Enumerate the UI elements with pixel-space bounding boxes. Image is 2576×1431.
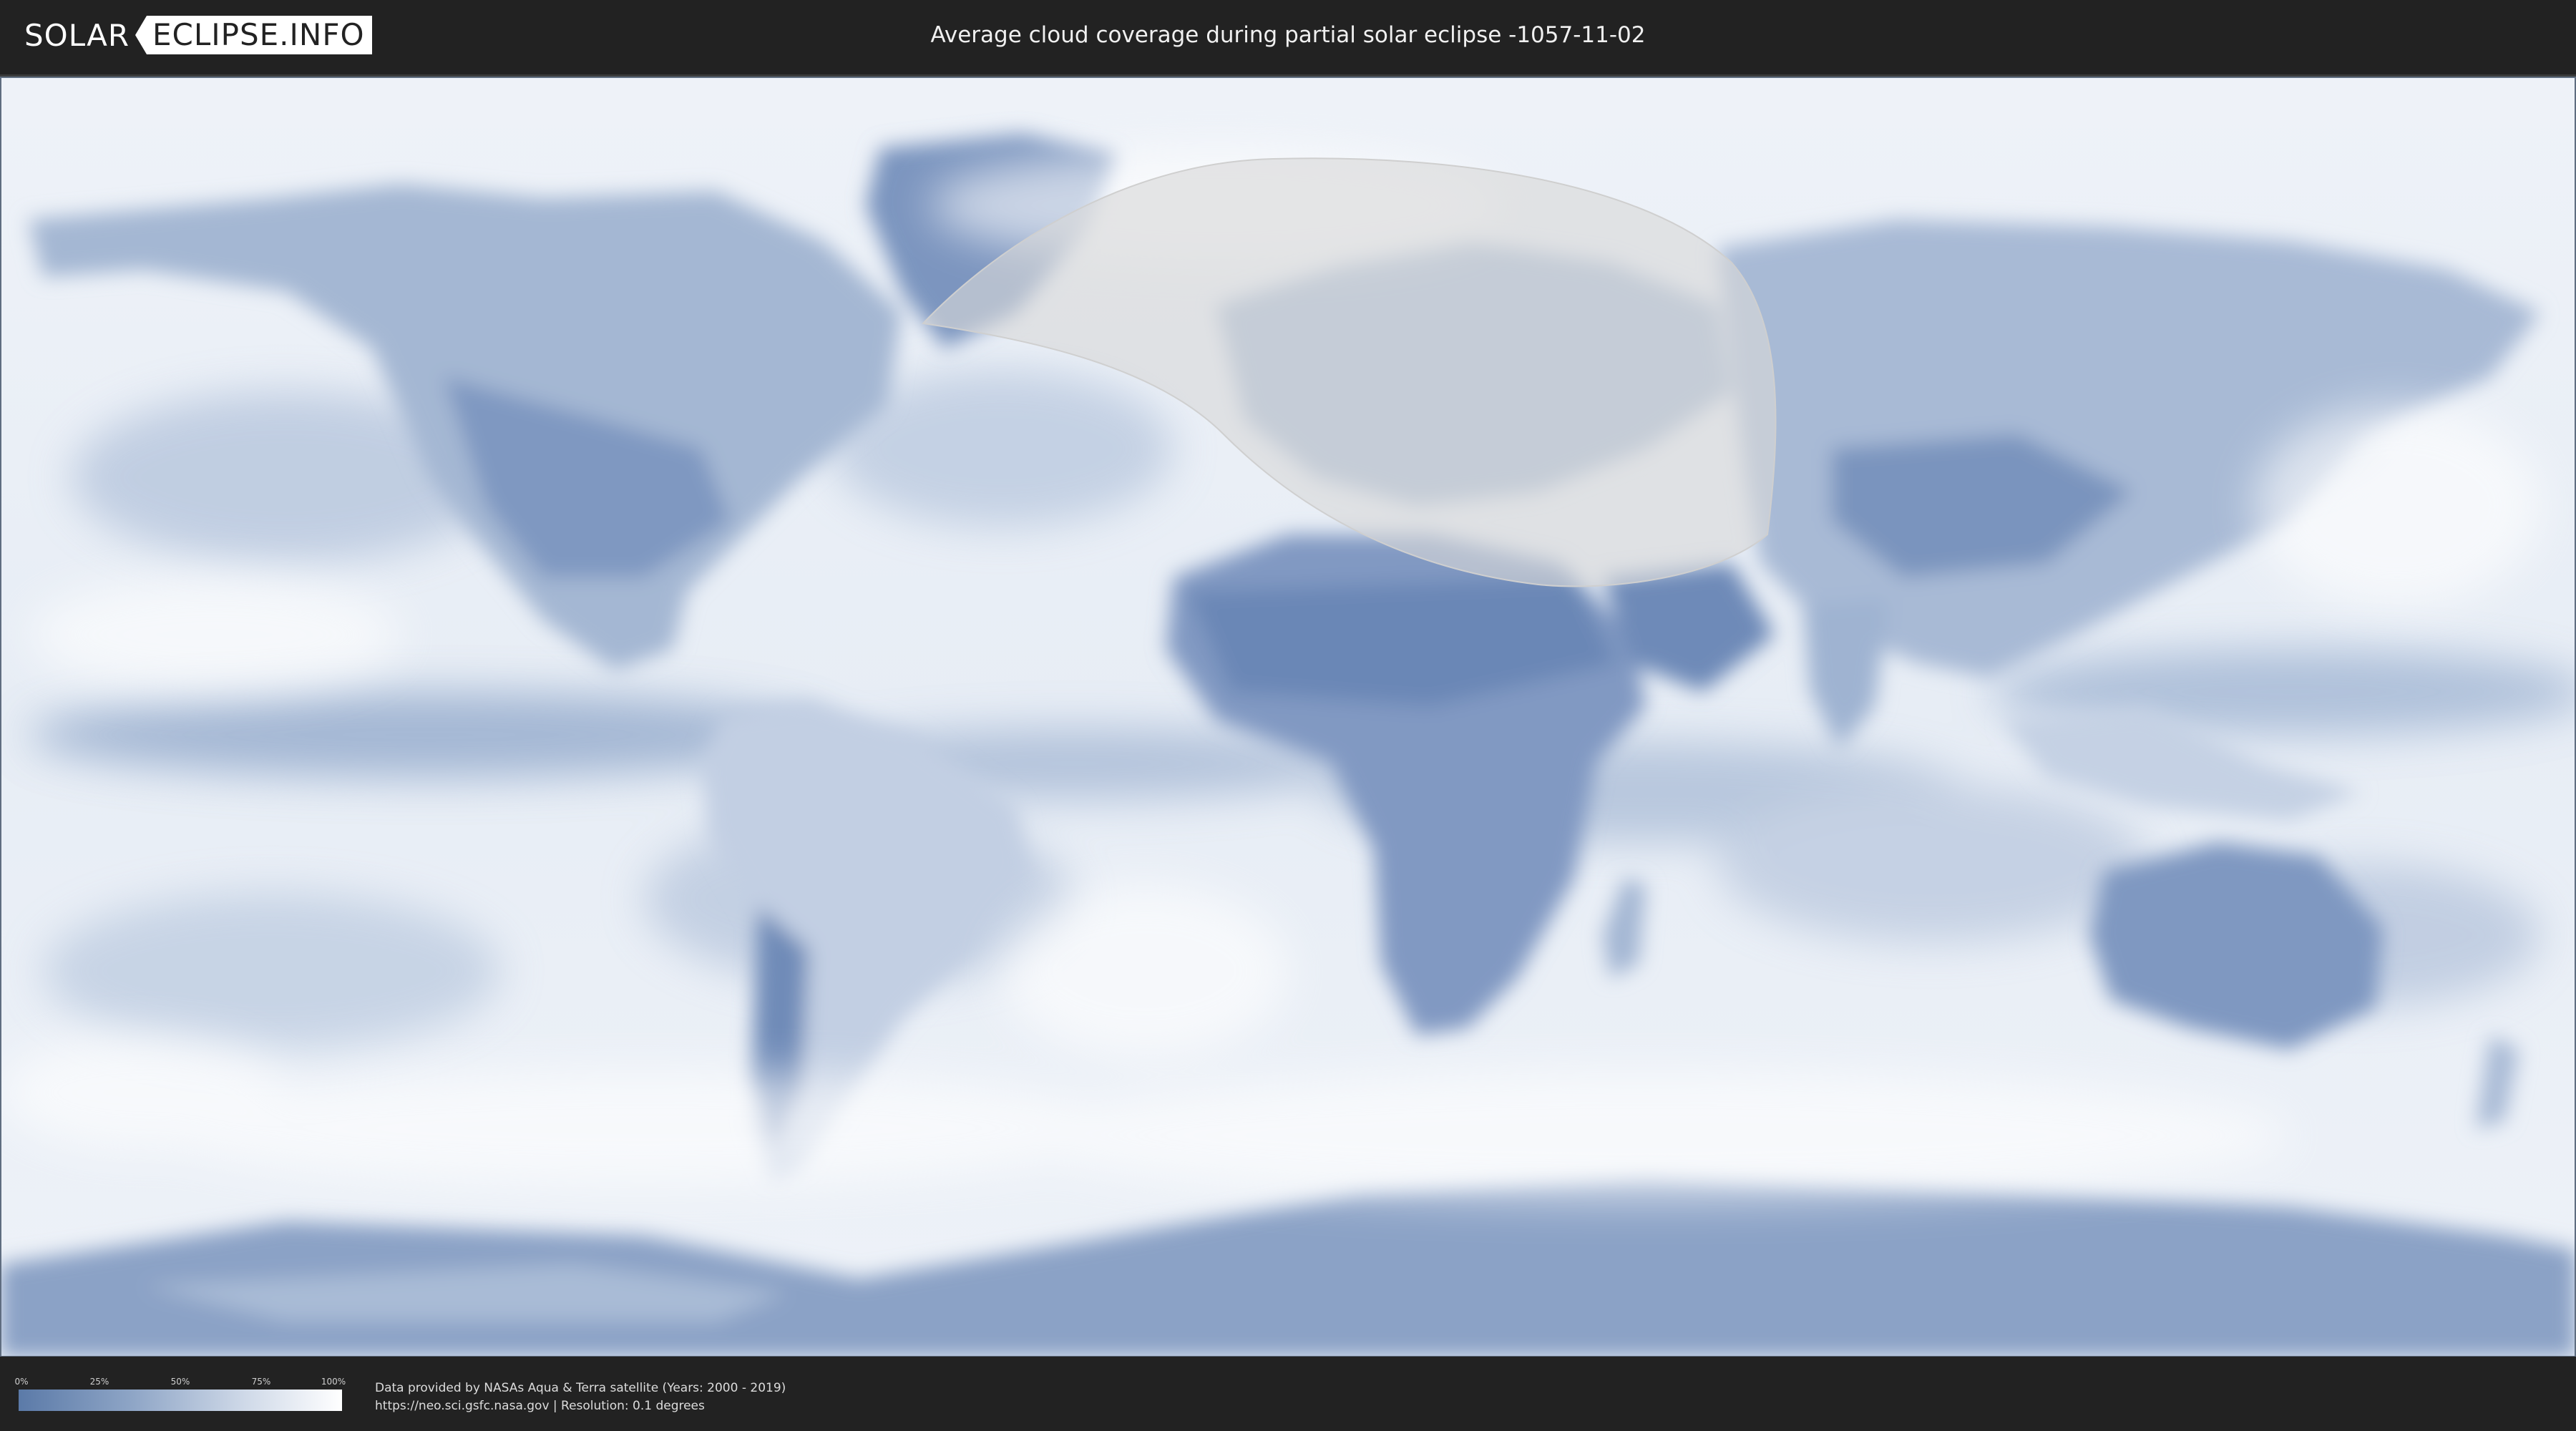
legend-tick-100: 100% (321, 1377, 346, 1387)
legend-tick-75: 75% (251, 1377, 271, 1387)
header-bar: SOLAR ECLIPSE.INFO Average cloud coverag… (0, 0, 2576, 72)
data-source-line: Data provided by NASAs Aqua & Terra sate… (375, 1381, 786, 1395)
legend-tick-25: 25% (89, 1377, 109, 1387)
world-map-svg (0, 77, 2576, 1357)
page: SOLAR ECLIPSE.INFO Average cloud coverag… (0, 0, 2576, 1431)
data-source-credit: Data provided by NASAs Aqua & Terra sate… (375, 1379, 786, 1415)
page-title: Average cloud coverage during partial so… (930, 22, 1646, 48)
legend-tick-50: 50% (170, 1377, 190, 1387)
footer-bar: 0% 25% 50% 75% 100% Data provided by NAS… (0, 1357, 2576, 1431)
cloud-coverage-map[interactable] (0, 74, 2576, 1357)
legend-tick-0: 0% (14, 1377, 29, 1387)
legend-color-bar (19, 1390, 342, 1411)
data-url-line[interactable]: https://neo.sci.gsfc.nasa.gov | Resoluti… (375, 1397, 786, 1415)
